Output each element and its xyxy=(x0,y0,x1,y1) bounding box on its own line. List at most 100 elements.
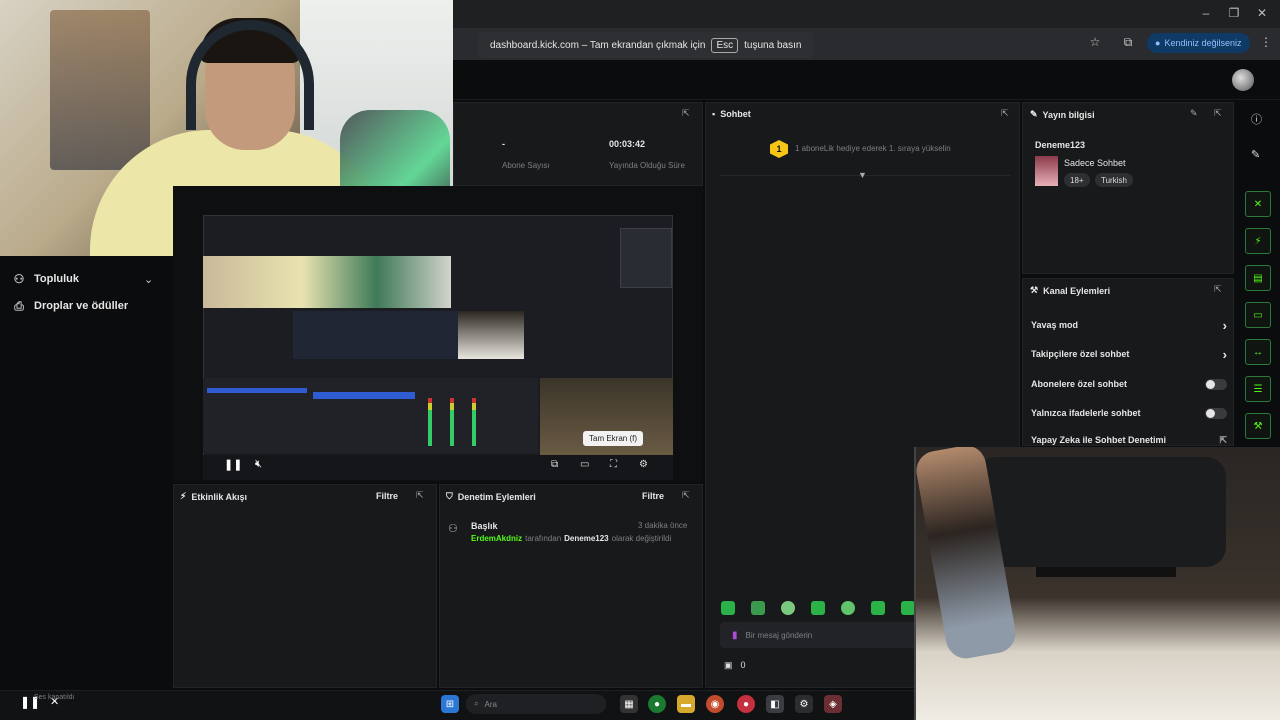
emote-icon[interactable] xyxy=(721,601,735,615)
restore-button[interactable]: ❐ xyxy=(1224,6,1244,22)
browser-title-bar xyxy=(453,0,1280,28)
chat-header: ▪ Sohbet xyxy=(712,109,751,119)
tag-badge: Turkish xyxy=(1095,173,1133,187)
activity-feed-title: Etkinlik Akışı xyxy=(191,491,248,502)
pause-icon[interactable]: ❚❚ xyxy=(224,458,242,471)
bookmark-star-icon[interactable]: ☆ xyxy=(1087,35,1103,49)
fullscreen-notice-prefix: dashboard.kick.com – Tam ekrandan çıkmak… xyxy=(490,39,706,51)
sidebar-item-drops[interactable]: ⎙ Droplar ve ödüller xyxy=(12,295,128,317)
chrome-icon[interactable]: ◉ xyxy=(706,695,724,713)
mod-entry-mid: tarafından xyxy=(525,534,562,543)
slow-mode-row[interactable]: Yavaş mod › xyxy=(1031,317,1227,333)
channel-actions-header: ⚒ Kanal Eylemleri xyxy=(1030,285,1110,296)
extensions-icon[interactable]: ⧉ xyxy=(1120,35,1136,50)
webcam-chair-base xyxy=(1036,567,1176,647)
stream-category[interactable]: Sadece Sohbet xyxy=(1064,158,1126,168)
webcam-background-rack xyxy=(50,10,150,170)
shield-icon: ⛉ xyxy=(446,491,453,501)
user-edit-icon: ⚇ xyxy=(448,523,458,535)
stream-info-header: ✎ Yayın bilgisi xyxy=(1030,109,1095,120)
settings-gear-icon[interactable]: ⚙ xyxy=(639,459,648,470)
file-explorer-icon[interactable]: ▬ xyxy=(677,695,695,713)
fullscreen-icon[interactable]: ⛶ xyxy=(610,459,617,470)
windows-start-icon[interactable]: ⊞ xyxy=(441,695,459,713)
popout-icon[interactable]: ⇱ xyxy=(1001,108,1009,119)
chat-bubble-icon: ▪ xyxy=(712,109,716,119)
chat-input-placeholder: Bir mesaj gönderin xyxy=(745,630,813,640)
emote-icon[interactable] xyxy=(751,601,765,615)
channel-actions-title: Kanal Eylemleri xyxy=(1043,285,1111,296)
mute-icon[interactable]: 🔇︎ xyxy=(255,458,262,471)
mod-filter-button[interactable]: Filtre xyxy=(642,491,664,501)
activity-filter-button[interactable]: Filtre xyxy=(376,491,398,501)
popout-icon[interactable]: ⇱ xyxy=(416,490,424,501)
kicks-counter[interactable]: ▣ 0 xyxy=(724,660,746,671)
rail-layout-icon[interactable]: ☰ xyxy=(1245,376,1271,402)
popout-icon[interactable]: ⇱ xyxy=(1214,284,1222,295)
lightning-icon: ⚡︎ xyxy=(180,491,187,501)
app-dark-icon[interactable]: ◧ xyxy=(766,695,784,713)
rail-resize-icon[interactable]: ↔ xyxy=(1245,339,1271,365)
app-photo-icon[interactable]: ◈ xyxy=(824,695,842,713)
emote-icon[interactable] xyxy=(841,601,855,615)
mod-entry-user[interactable]: ErdemAkdniz xyxy=(471,534,522,543)
mod-entry-suffix: olarak değiştirildi xyxy=(611,534,672,543)
popout-icon[interactable]: ⇱ xyxy=(682,108,690,119)
popout-icon[interactable]: ⇱ xyxy=(682,490,690,501)
stream-info-title: Yayın bilgisi xyxy=(1042,109,1095,120)
chevron-right-icon: › xyxy=(1222,346,1227,362)
category-thumbnail xyxy=(1035,156,1058,186)
app-green-icon[interactable]: ● xyxy=(648,695,666,713)
emote-icon[interactable] xyxy=(781,601,795,615)
fullscreen-notice: dashboard.kick.com – Tam ekrandan çıkmak… xyxy=(478,32,814,58)
info-icon[interactable]: ⓘ xyxy=(1251,111,1262,127)
emote-icon[interactable] xyxy=(871,601,885,615)
rail-note-icon[interactable]: ▤ xyxy=(1245,265,1271,291)
rail-wrench-icon[interactable]: ⚒ xyxy=(1245,413,1271,439)
sidebar-item-community[interactable]: ⚇ Topluluk xyxy=(12,268,79,290)
gift-icon: ⎙ xyxy=(14,298,24,313)
fullscreen-tooltip: Tam Ekran (f) xyxy=(583,431,644,446)
preview-context-menu xyxy=(620,228,672,288)
webcam-overlay-floor xyxy=(914,447,1280,720)
browser-menu-icon[interactable]: ⋮ xyxy=(1258,35,1274,49)
rail-lightning-icon[interactable]: ⚡︎ xyxy=(1245,228,1271,254)
scroll-down-icon[interactable]: ▼ xyxy=(858,170,867,180)
emote-icon[interactable] xyxy=(811,601,825,615)
theater-mode-icon[interactable]: ▭ xyxy=(580,459,589,470)
emotes-only-toggle[interactable] xyxy=(1205,407,1227,419)
task-view-icon[interactable]: ▦ xyxy=(620,695,638,713)
sidebar-item-label: Droplar ve ödüller xyxy=(34,300,129,312)
edit-pencil-icon[interactable]: ✎ xyxy=(1190,108,1198,119)
clip-icon[interactable]: ⧉ xyxy=(551,459,558,470)
ai-moderation-row[interactable]: Yapay Zeka ile Sohbet Denetimi ⇱ xyxy=(1031,434,1227,446)
close-window-button[interactable]: ✕ xyxy=(1252,6,1272,22)
mod-actions-header: ⛉ Denetim Eylemleri xyxy=(446,491,536,502)
rail-close-icon[interactable]: ✕ xyxy=(1245,191,1271,217)
preview-audio-meter xyxy=(428,398,432,446)
settings-gear-icon[interactable]: ⚙ xyxy=(795,695,813,713)
followers-only-row[interactable]: Takipçilere özel sohbet › xyxy=(1031,346,1227,362)
wrench-icon: ⚒ xyxy=(1030,285,1039,295)
app-red-icon[interactable]: ● xyxy=(737,695,755,713)
rail-chat-icon[interactable]: ▭ xyxy=(1245,302,1271,328)
popout-icon[interactable]: ⇱ xyxy=(1214,108,1222,119)
chevron-down-icon[interactable]: ⌄ xyxy=(144,273,153,286)
chat-title: Sohbet xyxy=(720,109,751,119)
chat-message-input[interactable]: ▮ Bir mesaj gönderin xyxy=(720,622,920,648)
gift-promo-text[interactable]: 1 aboneLik hediye ederek 1. sıraya yükse… xyxy=(795,144,951,153)
taskbar-search-placeholder: Ara xyxy=(484,699,497,709)
fullscreen-notice-suffix: tuşuna basın xyxy=(744,39,802,51)
preview-small-cam xyxy=(458,311,524,359)
edit-pencil-icon[interactable]: ✎ xyxy=(1251,148,1260,161)
user-avatar[interactable] xyxy=(1232,69,1254,91)
subscribers-only-row: Abonelere özel sohbet xyxy=(1031,376,1227,392)
profile-button[interactable]: ● Kendiniz değilseniz xyxy=(1147,33,1250,53)
mod-entry-value: Deneme123 xyxy=(564,534,609,543)
mod-actions-panel xyxy=(439,484,703,688)
taskbar-search[interactable]: ⌕ Ara xyxy=(466,694,606,714)
minimize-button[interactable]: – xyxy=(1196,6,1216,22)
preview-audio-meter xyxy=(450,398,454,446)
emote-icon[interactable] xyxy=(901,601,915,615)
subscribers-only-toggle[interactable] xyxy=(1205,378,1227,390)
